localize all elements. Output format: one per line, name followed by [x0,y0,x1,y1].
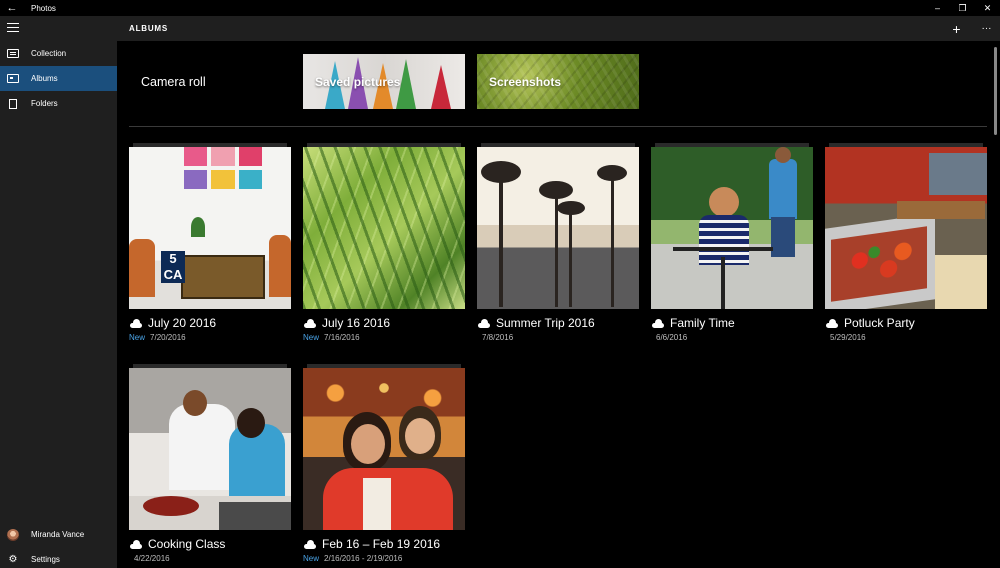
settings-label: Settings [31,555,60,564]
restore-icon[interactable]: ❐ [950,0,975,16]
divider [129,126,987,127]
album-date: 7/16/2016 [324,333,360,342]
album-meta: 7/8/2016 [477,333,513,342]
page-header: ALBUMS + ··· [117,16,1000,41]
album-meta: 6/6/2016 [651,333,687,342]
album-meta: New 7/20/2016 [129,333,186,342]
album-title-row: Feb 16 – Feb 19 2016 [303,537,440,551]
collection-icon [7,49,19,58]
scrollbar[interactable] [994,47,997,135]
album-title-row: July 20 2016 [129,316,216,330]
album-meta: 5/29/2016 [825,333,866,342]
album-meta: New 2/16/2016 - 2/19/2016 [303,554,402,563]
saved-pictures-label: Saved pictures [315,74,401,89]
album-title-row: July 16 2016 [303,316,390,330]
app-title: Photos [31,3,56,13]
window-controls: – ❐ ✕ [925,0,1000,16]
camera-roll-label: Camera roll [141,74,206,89]
album-thumbnail [825,147,987,309]
album-meta: New 7/16/2016 [303,333,360,342]
minimize-icon[interactable]: – [925,0,950,16]
settings-button[interactable]: ⚙ Settings [0,547,117,568]
cloud-icon [477,318,491,328]
album-meta: 4/22/2016 [129,554,170,563]
new-badge: New [129,333,146,342]
avatar [7,528,19,541]
user-account[interactable]: Miranda Vance [0,522,117,547]
album-date: 4/22/2016 [134,554,170,563]
album-name: Family Time [670,316,735,330]
cloud-icon [129,539,143,549]
album-date: 2/16/2016 - 2/19/2016 [324,554,403,563]
album-title-row: Summer Trip 2016 [477,316,595,330]
album-thumbnail: 5 CA [129,147,291,309]
user-name: Miranda Vance [31,530,85,539]
screenshots-tile[interactable]: Screenshots [477,54,639,109]
cloud-icon [303,318,317,328]
album-name: Summer Trip 2016 [496,316,595,330]
new-badge: New [303,554,320,563]
page-title: ALBUMS [129,24,169,33]
sidebar-item-collection[interactable]: Collection [0,41,117,66]
album-thumbnail [303,368,465,530]
hamburger-menu-icon[interactable] [7,23,19,33]
sidebar-item-label: Folders [31,99,58,108]
screenshots-label: Screenshots [489,74,562,89]
album-thumbnail [477,147,639,309]
title-bar: ← Photos – ❐ ✕ [0,0,1000,16]
add-album-button[interactable]: + [944,16,969,41]
album-thumbnail [303,147,465,309]
album-date: 7/20/2016 [150,333,186,342]
sidebar-item-label: Collection [31,49,67,58]
album-icon [7,74,19,83]
cloud-icon [129,318,143,328]
sidebar-item-albums[interactable]: Albums [0,66,117,91]
album-name: July 20 2016 [148,316,217,330]
sidebar: Collection Albums Folders Miranda Vance … [0,16,117,568]
sidebar-item-folders[interactable]: Folders [0,91,117,116]
album-thumbnail [129,368,291,530]
album-name: Feb 16 – Feb 19 2016 [322,537,441,551]
album-name: Cooking Class [148,537,226,551]
album-name: Potluck Party [844,316,915,330]
more-options-button[interactable]: ··· [974,16,999,41]
cloud-icon [825,318,839,328]
new-badge: New [303,333,320,342]
album-date: 6/6/2016 [656,333,688,342]
album-title-row: Cooking Class [129,537,225,551]
album-name: July 16 2016 [322,316,391,330]
camera-roll-tile[interactable]: Camera roll [129,54,291,109]
gear-icon: ⚙ [8,554,18,565]
cloud-icon [303,539,317,549]
cloud-icon [651,318,665,328]
close-icon[interactable]: ✕ [975,0,1000,16]
album-date: 7/8/2016 [482,333,514,342]
sidebar-item-label: Albums [31,74,58,83]
folder-icon [9,98,17,109]
albums-view: Camera roll Saved pictures Screenshots 5… [117,41,1000,568]
back-arrow-icon[interactable]: ← [0,0,24,16]
album-title-row: Potluck Party [825,316,915,330]
album-date: 5/29/2016 [830,333,866,342]
saved-pictures-tile[interactable]: Saved pictures [303,54,465,109]
album-title-row: Family Time [651,316,735,330]
album-thumbnail [651,147,813,309]
